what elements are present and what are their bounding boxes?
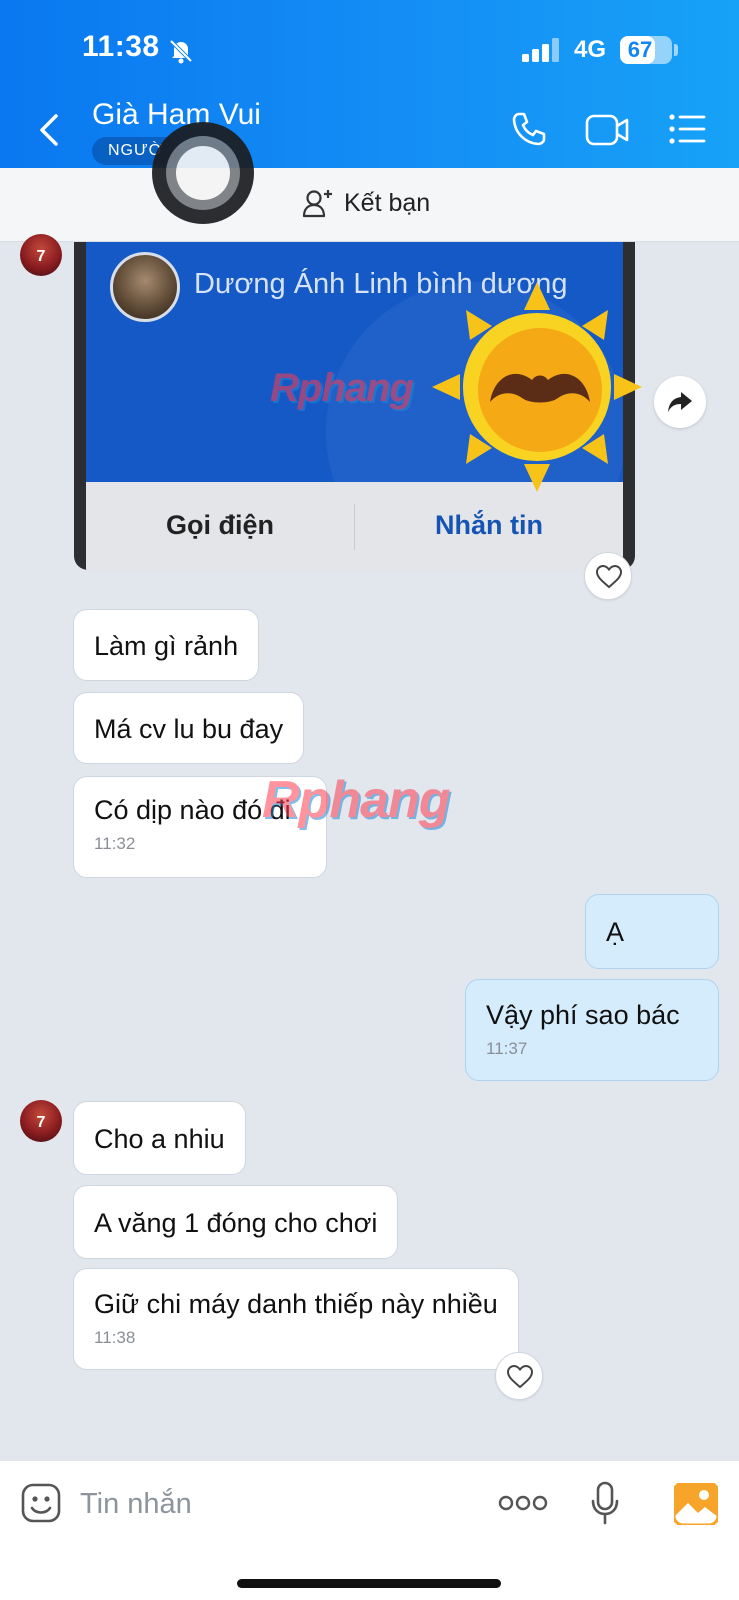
message-text: Cho a nhiu: [94, 1124, 225, 1154]
sun-mustache-sticker: [432, 282, 642, 492]
battery-level: 67: [627, 37, 653, 62]
react-heart-button[interactable]: [495, 1352, 543, 1400]
forward-button[interactable]: [654, 376, 706, 428]
message-text: Ạ: [606, 917, 625, 947]
message-text: Má cv lu bu đay: [94, 714, 284, 744]
message-bubble-incoming[interactable]: Má cv lu bu đay: [73, 692, 305, 764]
message-bubble-incoming[interactable]: Giữ chi máy danh thiếp này nhiều 11:38: [73, 1268, 519, 1370]
contact-avatar[interactable]: 7: [20, 1100, 62, 1142]
contact-avatar[interactable]: 7: [20, 234, 62, 276]
message-time: 11:32: [94, 834, 136, 853]
home-indicator: [237, 1579, 501, 1588]
add-friend-bar: Kết bạn: [0, 168, 739, 242]
message-bubble-incoming[interactable]: Làm gì rảnh: [73, 609, 260, 681]
chat-header: 11:38 4G 67 Già Ham Vui NGƯỜ: [0, 0, 739, 168]
heart-icon: [507, 1365, 533, 1389]
card-message-button[interactable]: Nhắn tin: [355, 510, 623, 541]
menu-list-icon[interactable]: [668, 112, 706, 146]
more-options-icon[interactable]: [498, 1493, 548, 1513]
heart-icon: [596, 565, 622, 589]
microphone-icon[interactable]: [590, 1481, 620, 1525]
watermark-center: Rphang: [262, 771, 451, 829]
card-avatar: [110, 252, 180, 322]
message-bubble-outgoing[interactable]: Vậy phí sao bác 11:37: [465, 979, 719, 1081]
phone-icon[interactable]: [510, 110, 548, 148]
card-actions: Gọi điện Nhắn tin: [86, 482, 623, 570]
image-gallery-icon[interactable]: [674, 1483, 718, 1525]
message-bubble-incoming[interactable]: Cho a nhiu: [73, 1101, 246, 1175]
sticker-emoji-icon[interactable]: [20, 1482, 62, 1524]
message-text: Vậy phí sao bác: [486, 1000, 680, 1030]
message-text: A văng 1 đóng cho chơi: [94, 1208, 378, 1238]
back-icon[interactable]: [34, 110, 62, 150]
card-call-button[interactable]: Gọi điện: [86, 510, 354, 541]
add-friend-label: Kết bạn: [344, 188, 431, 217]
video-call-icon[interactable]: [585, 112, 629, 148]
message-input-bar: [0, 1460, 739, 1600]
message-bubble-outgoing[interactable]: Ạ: [585, 894, 719, 969]
forward-arrow-icon: [668, 392, 692, 412]
bell-off-icon: [169, 39, 193, 64]
contact-name[interactable]: Già Ham Vui: [92, 98, 261, 132]
network-type: 4G: [574, 36, 607, 63]
status-time: 11:38: [82, 30, 160, 63]
message-input[interactable]: [80, 1483, 460, 1525]
react-heart-button[interactable]: [584, 552, 632, 600]
message-time: 11:37: [486, 1039, 528, 1058]
battery-icon: 67: [620, 36, 672, 64]
assistive-touch-button[interactable]: [152, 122, 254, 224]
battery-tip: [674, 44, 678, 56]
message-text: Giữ chi máy danh thiếp này nhiều: [94, 1289, 498, 1319]
message-time: 11:38: [94, 1328, 136, 1347]
signal-icon: [522, 38, 559, 62]
add-friend-button[interactable]: Kết bạn: [302, 188, 430, 218]
add-friend-icon: [302, 190, 332, 218]
message-bubble-incoming[interactable]: A văng 1 đóng cho chơi: [73, 1185, 399, 1259]
watermark-card: Rphang: [270, 366, 414, 410]
message-text: Làm gì rảnh: [94, 631, 239, 661]
